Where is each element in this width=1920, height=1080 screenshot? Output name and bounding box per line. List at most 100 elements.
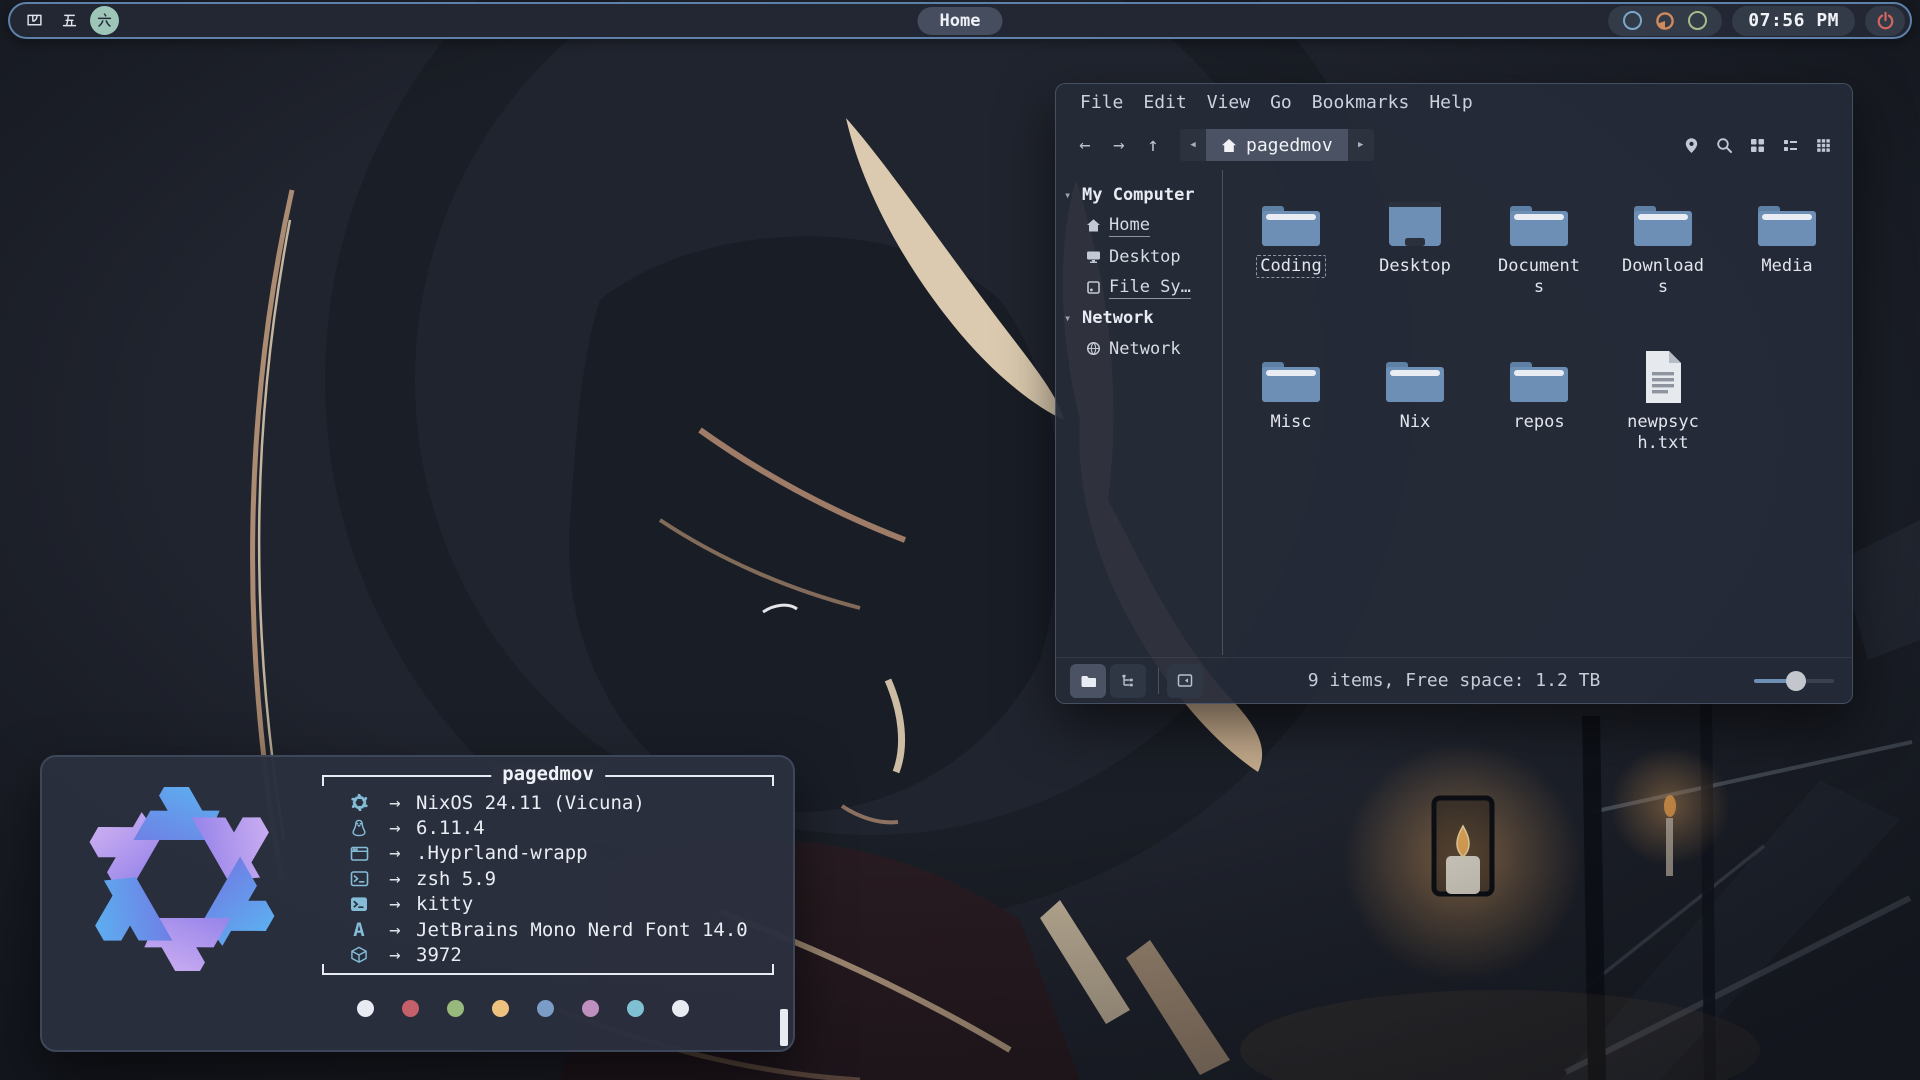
shell-icon xyxy=(344,870,374,887)
sidebar-item-filesystem[interactable]: File Sy… xyxy=(1056,272,1222,303)
info-row-kernel: → 6.11.4 xyxy=(344,815,766,840)
search-icon[interactable] xyxy=(1708,130,1741,160)
power-icon xyxy=(1876,11,1895,30)
workspace-5[interactable] xyxy=(55,6,84,35)
info-row-terminal: → kitty xyxy=(344,892,766,917)
frame-bottom-line xyxy=(322,973,774,975)
path-segment-current[interactable]: pagedmov xyxy=(1206,129,1348,161)
expander-icon[interactable]: ▾ xyxy=(1064,188,1074,202)
path-scroll-right-icon[interactable]: ▶ xyxy=(1348,129,1374,161)
palette-dot xyxy=(492,1000,509,1017)
status-text: 9 items, Free space: 1.2 TB xyxy=(1308,670,1601,691)
side-pane-icon xyxy=(1177,673,1193,688)
file-label: Nix xyxy=(1396,411,1435,434)
file-label: Downloads xyxy=(1614,255,1712,300)
info-row-packages: → 3972 xyxy=(344,942,766,967)
info-row-os: → NixOS 24.11 (Vicuna) xyxy=(344,790,766,815)
folder-icon xyxy=(1259,348,1323,406)
terminal-window[interactable]: pagedmov → NixOS 24.11 (Vicuna) → 6.11.4 xyxy=(40,755,795,1052)
workspace-4[interactable] xyxy=(20,6,49,35)
sidebar-section-network[interactable]: ▾ Network xyxy=(1056,303,1222,333)
window-icon xyxy=(344,845,374,862)
menubar: File Edit View Go Bookmarks Help xyxy=(1056,84,1852,122)
fastfetch-info: → NixOS 24.11 (Vicuna) → 6.11.4 → .Hyprl… xyxy=(344,790,766,968)
globe-icon xyxy=(1086,341,1101,356)
expander-icon[interactable]: ▾ xyxy=(1064,311,1074,325)
sidebar-header-label: Network xyxy=(1082,308,1154,328)
sidebar-item-network[interactable]: Network xyxy=(1056,333,1222,364)
workspace-glyph-5 xyxy=(61,12,78,29)
tux-icon xyxy=(344,819,374,837)
sidebar-item-home[interactable]: Home xyxy=(1056,210,1222,241)
font-icon: A xyxy=(344,919,374,941)
file-label: Misc xyxy=(1267,411,1316,434)
palette-dot xyxy=(672,1000,689,1017)
back-button[interactable]: ← xyxy=(1068,130,1102,160)
frame-corner xyxy=(322,775,324,786)
toggle-side-pane-button[interactable] xyxy=(1167,664,1203,698)
file-tile-nix[interactable]: Nix xyxy=(1353,348,1477,504)
workspace-glyph-6 xyxy=(96,12,113,29)
palette-dot xyxy=(402,1000,419,1017)
file-tile-desktop[interactable]: Desktop xyxy=(1353,192,1477,348)
file-tile-media[interactable]: Media xyxy=(1725,192,1849,348)
folder-icon xyxy=(1507,348,1571,406)
menu-bookmarks[interactable]: Bookmarks xyxy=(1302,88,1420,118)
path-scroll-left-icon[interactable]: ◀ xyxy=(1180,129,1206,161)
slider-handle[interactable] xyxy=(1786,671,1806,691)
file-grid: Coding Desktop Documents xyxy=(1223,168,1852,657)
forward-button[interactable]: → xyxy=(1102,130,1136,160)
folder-icon xyxy=(1080,674,1096,688)
file-tile-newpsych-txt[interactable]: newpsych.txt xyxy=(1601,348,1725,504)
path-bar: ◀ pagedmov ▶ xyxy=(1180,129,1374,161)
menu-view[interactable]: View xyxy=(1197,88,1260,118)
path-label: pagedmov xyxy=(1246,135,1333,156)
focused-window-title[interactable]: Home xyxy=(918,7,1003,35)
home-icon xyxy=(1221,138,1237,153)
file-label: Desktop xyxy=(1375,255,1455,278)
frame-corner xyxy=(772,964,774,975)
text-file-icon xyxy=(1640,348,1686,406)
workspace-6-active[interactable] xyxy=(90,6,119,35)
up-button[interactable]: ↑ xyxy=(1136,130,1170,160)
list-view-icon[interactable] xyxy=(1774,130,1807,160)
file-tile-downloads[interactable]: Downloads xyxy=(1601,192,1725,348)
show-places-button[interactable] xyxy=(1070,664,1106,698)
arrow: → xyxy=(374,792,416,814)
file-tile-misc[interactable]: Misc xyxy=(1229,348,1353,504)
tray-circle-blue-icon[interactable] xyxy=(1623,11,1642,30)
desktop-icon xyxy=(1086,249,1101,264)
file-tile-documents[interactable]: Documents xyxy=(1477,192,1601,348)
power-button[interactable] xyxy=(1865,6,1905,36)
icon-view-icon[interactable] xyxy=(1741,130,1774,160)
show-tree-button[interactable] xyxy=(1110,664,1146,698)
menu-go[interactable]: Go xyxy=(1260,88,1302,118)
palette-dot xyxy=(357,1000,374,1017)
menu-edit[interactable]: Edit xyxy=(1133,88,1196,118)
packages-value: 3972 xyxy=(416,944,462,966)
compact-view-icon[interactable] xyxy=(1807,130,1840,160)
top-bar: Home 07:56 PM xyxy=(8,2,1912,39)
info-row-wm: → .Hyprland-wrapp xyxy=(344,841,766,866)
sidebar-section-my-computer[interactable]: ▾ My Computer xyxy=(1056,180,1222,210)
clock[interactable]: 07:56 PM xyxy=(1732,6,1855,36)
places-sidebar: ▾ My Computer Home Desktop File Sy… ▾ xyxy=(1056,168,1222,657)
file-tile-coding[interactable]: Coding xyxy=(1229,192,1353,348)
file-tile-repos[interactable]: repos xyxy=(1477,348,1601,504)
tray-circle-green-icon[interactable] xyxy=(1688,11,1707,30)
sidebar-item-desktop[interactable]: Desktop xyxy=(1056,241,1222,272)
status-bar: 9 items, Free space: 1.2 TB xyxy=(1056,657,1852,703)
location-pin-icon[interactable] xyxy=(1675,130,1708,160)
info-row-font: A → JetBrains Mono Nerd Font 14.0 xyxy=(344,917,766,942)
system-tray[interactable] xyxy=(1608,6,1722,36)
home-icon xyxy=(1086,218,1101,233)
menu-file[interactable]: File xyxy=(1070,88,1133,118)
tree-icon xyxy=(1121,674,1135,688)
zoom-slider[interactable] xyxy=(1754,671,1834,691)
wm-value: .Hyprland-wrapp xyxy=(416,842,588,864)
menu-help[interactable]: Help xyxy=(1419,88,1482,118)
workspace-switcher xyxy=(20,6,119,35)
tray-circle-orange-pie-icon[interactable] xyxy=(1655,11,1675,31)
terminal-color-palette xyxy=(308,1000,738,1017)
terminal-scrollbar-thumb[interactable] xyxy=(780,1009,788,1046)
